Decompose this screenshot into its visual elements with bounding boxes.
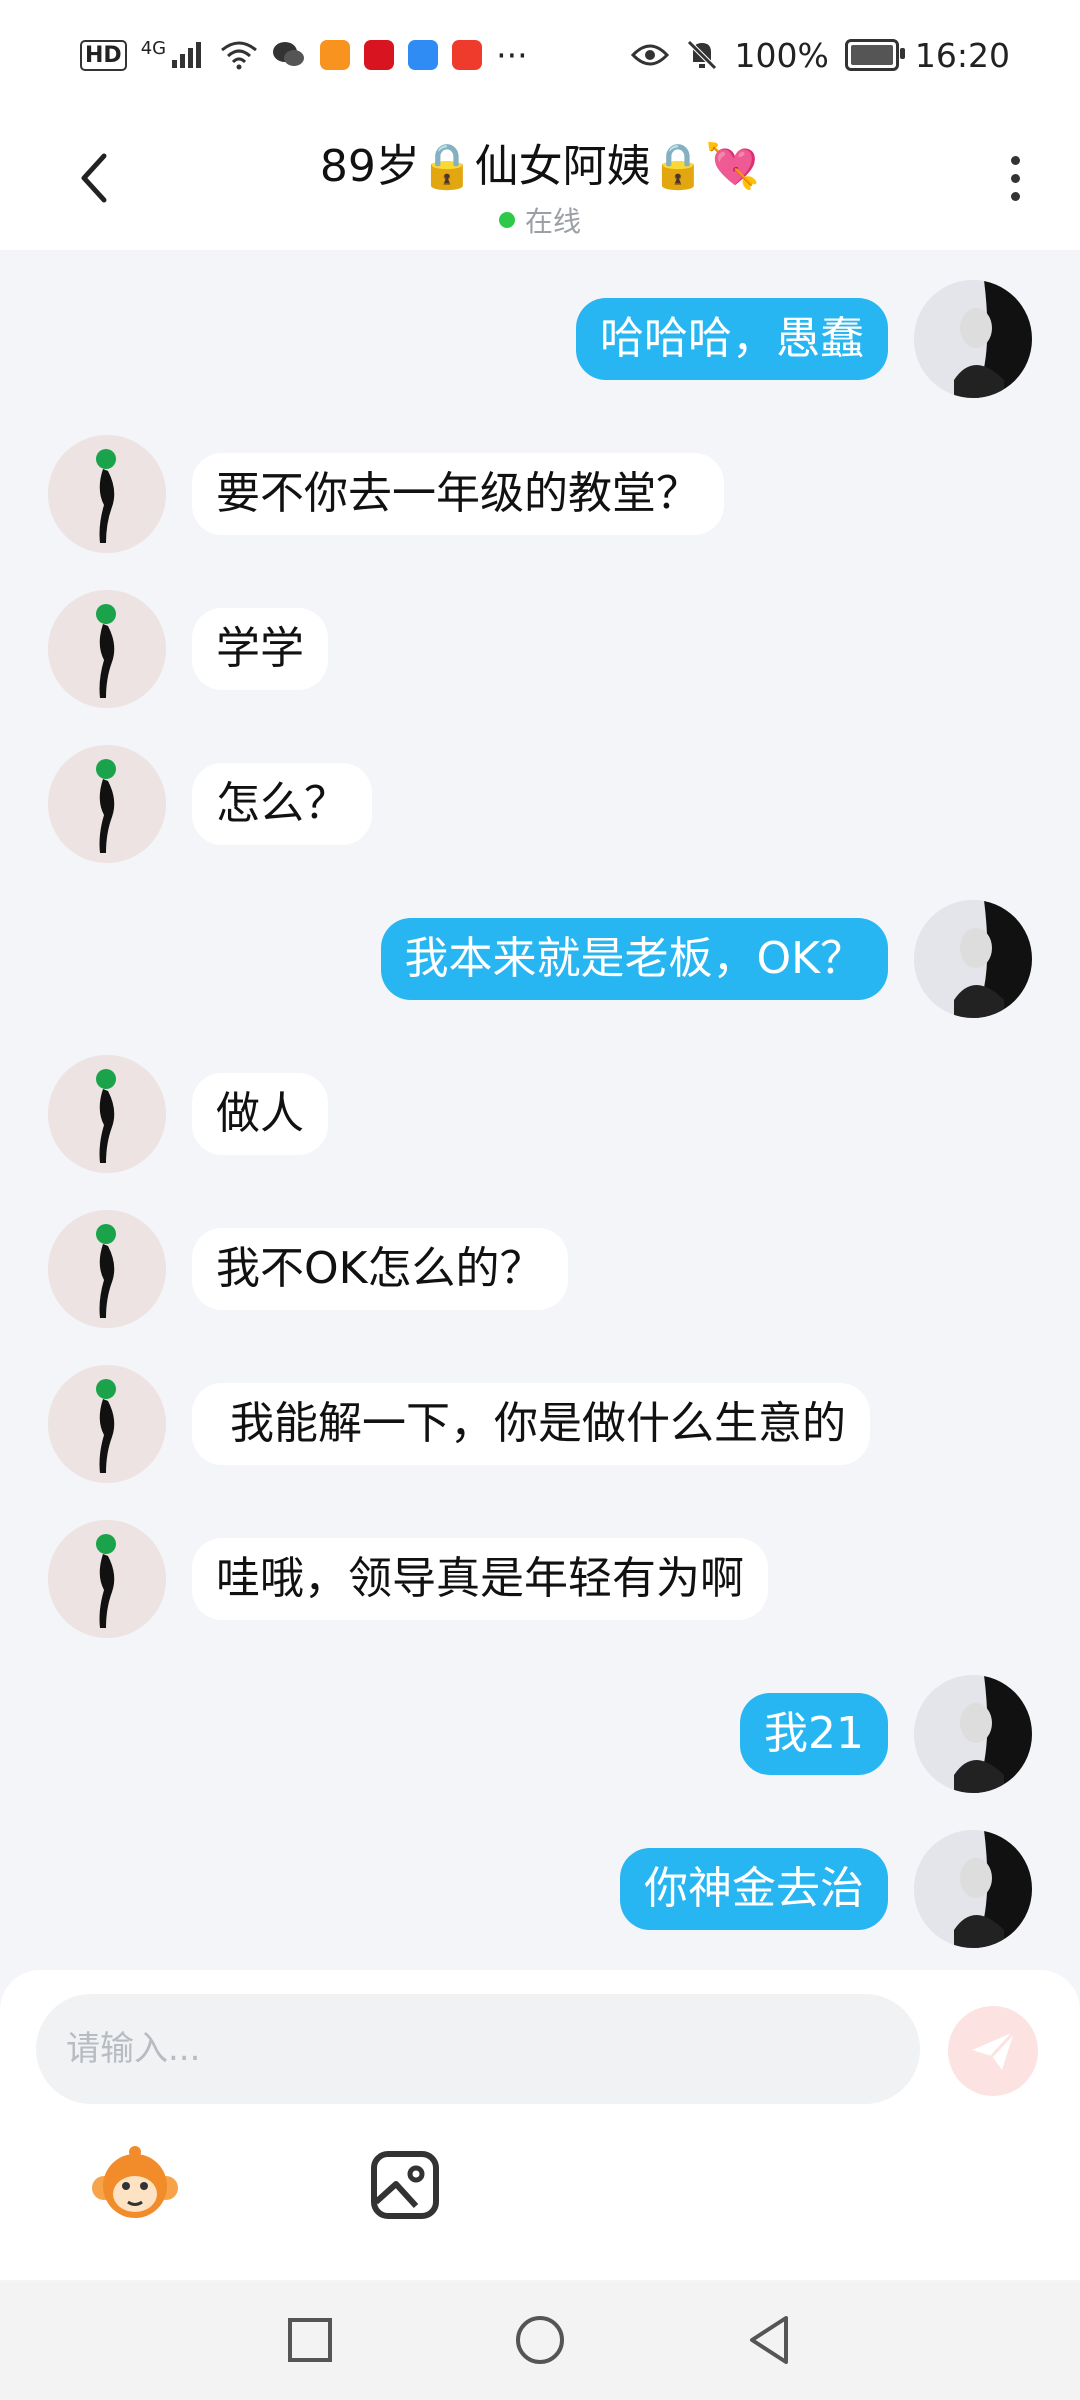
my-avatar[interactable] [914,900,1032,1018]
more-dot [1010,173,1020,183]
avatar-image [914,1830,1032,1948]
online-dot-icon [498,212,515,228]
message-row: 要不你去一年级的教堂？ [0,435,1080,555]
message-bubble[interactable]: 哈哈哈，愚蠢 [576,298,888,380]
message-row: 我能解一下，你是做什么生意的 [0,1365,1080,1485]
message-bubble[interactable]: 我能解一下，你是做什么生意的 [192,1383,870,1465]
contact-avatar[interactable] [48,1210,166,1328]
online-status-label: 在线 [524,205,581,238]
message-row: 哈哈哈，愚蠢 [0,280,1080,400]
message-row: 我21 [0,1675,1080,1795]
hd-icon: HD [80,39,127,71]
contact-avatar[interactable] [48,745,166,863]
emoji-button[interactable] [90,2140,180,2230]
square-icon [288,2318,332,2362]
battery-icon [844,39,905,71]
more-status-icons: ··· [496,35,528,75]
home-button[interactable] [510,2310,570,2370]
nav-back-button[interactable] [740,2310,800,2370]
contact-avatar[interactable] [48,1365,166,1483]
avatar-image [48,1520,166,1638]
message-bubble[interactable]: 要不你去一年级的教堂？ [192,453,724,535]
message-row: 我本来就是老板，OK？ [0,900,1080,1020]
contact-avatar[interactable] [48,1520,166,1638]
message-row: 学学 [0,590,1080,710]
message-bubble[interactable]: 做人 [192,1073,328,1155]
message-list[interactable]: 哈哈哈，愚蠢 要不你去一年级的教堂？ 学学 怎么？ 我本来就是老板，OK？ 做人 [0,250,1080,1970]
system-nav-bar [0,2282,1080,2400]
gift-app-icon [452,40,483,70]
video-app-icon [320,40,351,70]
emoji-monkey-icon [92,2146,178,2218]
message-bubble[interactable]: 哇哦，领导真是年轻有为啊 [192,1538,768,1620]
avatar-image [914,900,1032,1018]
more-options-button[interactable] [990,148,1040,208]
more-dot [1010,155,1020,165]
message-bubble[interactable]: 我不OK怎么的？ [192,1228,568,1310]
cloud-app-icon [408,40,439,70]
circle-icon [516,2316,564,2364]
battery-percent: 100% [734,35,829,75]
contact-avatar[interactable] [48,1055,166,1173]
clock: 16:20 [914,35,1010,75]
avatar-image [48,1210,166,1328]
send-icon [972,2030,1016,2070]
avatar-image [48,1055,166,1173]
wifi-icon [221,41,258,70]
avatar-image [914,1675,1032,1793]
chat-header: 89岁🔒仙女阿姨🔒💘 在线 [0,110,1080,250]
status-bar: HD 4G ··· 100% 16:20 [0,0,1080,110]
my-avatar[interactable] [914,280,1032,398]
signal-icon [172,42,202,68]
message-bubble[interactable]: 我本来就是老板，OK？ [380,918,888,1000]
contact-avatar[interactable] [48,435,166,553]
recents-button[interactable] [280,2310,340,2370]
eye-icon [630,44,669,66]
message-row: 怎么？ [0,745,1080,865]
message-input[interactable]: 请输入... [36,1994,920,2104]
message-bubble[interactable]: 你神金去治 [620,1848,888,1930]
message-row: 哇哦，领导真是年轻有为啊 [0,1520,1080,1640]
my-avatar[interactable] [914,1830,1032,1948]
wechat-icon [273,42,305,66]
avatar-image [48,745,166,863]
send-button[interactable] [948,2006,1038,2096]
contact-avatar[interactable] [48,590,166,708]
my-avatar[interactable] [914,1675,1032,1793]
mute-icon [686,40,717,70]
heart-app-icon [364,40,395,70]
image-button[interactable] [360,2140,450,2230]
avatar-image [914,280,1032,398]
online-status: 在线 [0,200,1080,240]
message-bubble[interactable]: 我21 [740,1693,888,1775]
message-row: 你神金去治 [0,1830,1080,1950]
message-row: 做人 [0,1055,1080,1175]
avatar-image [48,590,166,708]
contact-name: 89岁🔒仙女阿姨🔒💘 [319,141,761,192]
image-icon [371,2151,439,2219]
message-composer: 请输入... [0,1970,1080,2280]
avatar-image [48,435,166,553]
message-bubble[interactable]: 怎么？ [192,763,372,845]
network-label: 4G [140,37,167,59]
triangle-back-icon [750,2316,788,2364]
message-row: 我不OK怎么的？ [0,1210,1080,1330]
message-bubble[interactable]: 学学 [192,608,328,690]
more-dot [1010,191,1020,201]
avatar-image [48,1365,166,1483]
